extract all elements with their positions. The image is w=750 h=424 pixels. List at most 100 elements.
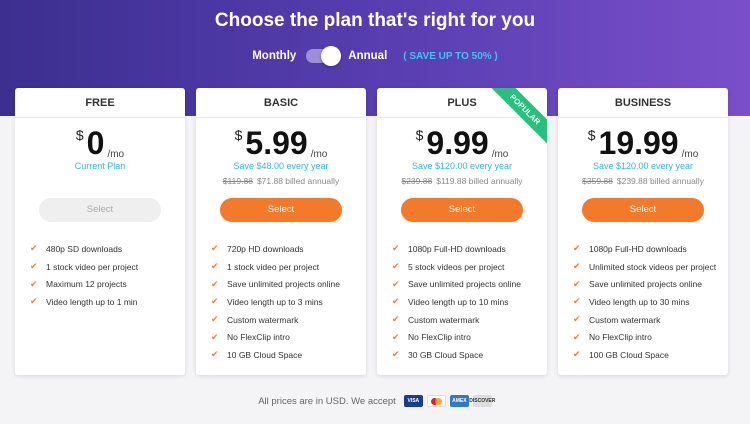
feature-list: ✔ 1080p Full-HD downloads ✔ Unlimited stoc… [573,240,716,364]
plan-name: BUSINESS [558,88,728,118]
check-icon: ✔ [392,349,400,360]
old-price: $119.88 [222,176,253,186]
plan-card-free: FREE $ 0 /mo Current Plan Select ✔ 480p S… [15,88,185,375]
feature-item: ✔ 480p SD downloads [30,243,123,254]
price: $ 19.99 /mo [558,125,728,161]
plan-name: BASIC [196,88,366,118]
feature-item: ✔ Custom watermark [573,314,661,325]
check-icon: ✔ [573,349,581,360]
feature-item: ✔ Video length up to 30 mins [573,296,690,307]
select-button-free[interactable]: Select [39,198,161,222]
price-period: /mo [107,149,125,160]
footer-text: All prices are in USD. We accept [258,395,396,407]
check-icon: ✔ [392,314,400,325]
billing-switch[interactable] [306,46,342,66]
monthly-label[interactable]: Monthly [252,50,296,62]
check-icon: ✔ [30,261,38,272]
currency-symbol: $ [75,127,84,143]
check-icon: ✔ [30,296,38,307]
check-icon: ✔ [573,243,581,254]
check-icon: ✔ [573,278,581,289]
feature-item: ✔ 1080p Full-HD downloads [573,243,687,254]
check-icon: ✔ [392,261,400,272]
savings-note: Save $120.00 every year [411,161,513,171]
page-title: Choose the plan that's right for you [214,10,536,31]
annual-label[interactable]: Annual [348,50,387,62]
savings-note: Save $120.00 every year [592,161,694,171]
feature-item: ✔ 10 GB Cloud Space [211,349,303,360]
check-icon: ✔ [573,331,581,342]
price-amount: 19.99 [598,125,679,161]
feature-item: ✔ Save unlimited projects online [211,278,340,290]
feature-item: ✔ 1080p Full-HD downloads [392,243,506,254]
discover-icon: DISCOVER [469,395,495,407]
feature-item: ✔ 720p HD downloads [211,243,304,254]
plan-card-business: BUSINESS $ 19.99 /mo Save $120.00 every … [558,88,728,375]
feature-item: ✔ Save unlimited projects online [392,278,521,290]
currency-symbol: $ [234,127,243,143]
select-button-business[interactable]: Select [582,198,704,222]
check-icon: ✔ [211,278,219,289]
currency-symbol: $ [415,127,424,143]
price-period: /mo [310,149,328,160]
savings-note: Save $48.00 every year [233,161,329,171]
feature-item: ✔ Custom watermark [211,314,299,325]
feature-item: ✔ No FlexClip intro [392,331,471,343]
price-period: /mo [681,149,699,160]
check-icon: ✔ [30,243,38,254]
amex-icon: AMEX [449,395,469,407]
feature-list: ✔ 480p SD downloads ✔ 1 stock video per pr… [30,240,138,311]
check-icon: ✔ [392,278,400,289]
currency-symbol: $ [587,127,596,143]
current-plan-note: Current Plan [74,161,126,171]
billing-toggle-row: Monthly Annual ( SAVE UP TO 50% ) [0,46,750,66]
visa-icon: VISA [403,395,423,407]
feature-item: ✔ Video length up to 10 mins [392,296,509,307]
feature-item: ✔ 1 stock video per project [211,261,320,272]
billed-text: $71.88 billed annually [256,176,340,186]
price-amount: 0 [86,125,105,161]
billed-text: $119.88 billed annually [436,176,523,186]
check-icon: ✔ [211,349,219,360]
select-button-plus[interactable]: Select [401,198,523,222]
mastercard-icon [426,395,446,407]
feature-item: ✔ Custom watermark [392,314,480,325]
old-price: $239.88 [401,176,433,186]
feature-item: ✔ No FlexClip intro [211,331,290,343]
check-icon: ✔ [211,243,219,254]
price: $ 0 /mo [15,125,185,161]
check-icon: ✔ [573,296,581,307]
feature-item: ✔ No FlexClip intro [573,331,652,343]
plan-name: FREE [15,88,185,118]
payment-footer: All prices are in USD. We accept VISA AM… [0,395,750,407]
feature-item: ✔ Maximum 12 projects [30,278,127,290]
price-amount: 9.99 [426,125,489,161]
feature-list: ✔ 1080p Full-HD downloads ✔ 5 stock videos… [392,240,521,364]
save-badge: ( SAVE UP TO 50% ) [403,50,498,62]
feature-item: ✔ Video length up to 3 mins [211,296,323,307]
check-icon: ✔ [392,331,400,342]
feature-item: ✔ 1 stock video per project [30,261,139,272]
feature-item: ✔ 5 stock videos per project [392,261,505,272]
select-button-basic[interactable]: Select [220,198,342,222]
old-price: $359.88 [582,176,613,186]
feature-item: ✔ 30 GB Cloud Space [392,349,484,360]
plan-card-basic: BASIC $ 5.99 /mo Save $48.00 every year … [196,88,366,375]
check-icon: ✔ [211,314,219,325]
check-icon: ✔ [211,261,219,272]
billed-text: $239.88 billed annually [616,176,704,186]
feature-list: ✔ 720p HD downloads ✔ 1 stock video per pr… [211,240,340,364]
billing-note: $359.88 $239.88 billed annually [558,176,728,186]
feature-item: ✔ 100 GB Cloud Space [573,349,669,360]
check-icon: ✔ [30,278,38,289]
feature-item: ✔ Unlimited stock videos per project [573,261,717,272]
check-icon: ✔ [392,243,400,254]
check-icon: ✔ [211,331,219,342]
feature-item: ✔ Save unlimited projects online [573,278,702,290]
switch-knob[interactable] [321,46,342,66]
check-icon: ✔ [392,296,400,307]
price: $ 9.99 /mo [377,125,547,161]
price-amount: 5.99 [245,125,308,161]
billing-note: $119.88 $71.88 billed annually [196,176,366,186]
billing-note: $239.88 $119.88 billed annually [377,176,547,186]
